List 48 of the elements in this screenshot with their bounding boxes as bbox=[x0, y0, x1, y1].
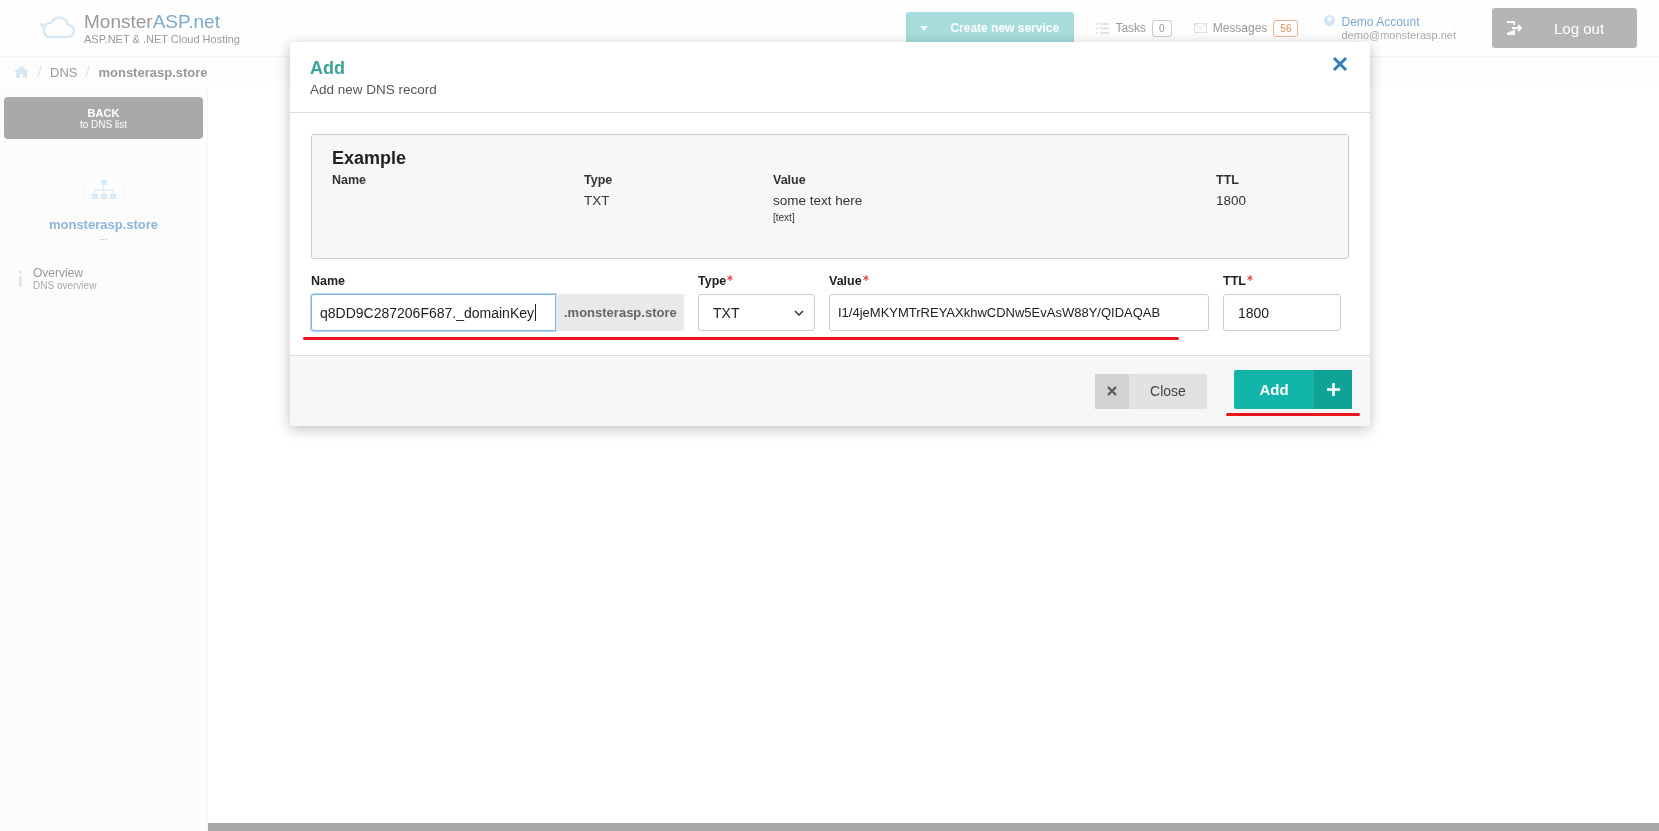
close-icon bbox=[1107, 386, 1117, 396]
text-input-field[interactable]: I1/4jeMKYMTrREYAXkhwCDNw5EvAsW88Y/QIDAQAB bbox=[829, 294, 1209, 331]
column-header: TTL bbox=[1216, 173, 1240, 187]
name-input-field[interactable]: q8DD9C287206F687._domainKey bbox=[311, 294, 556, 331]
tasks-link[interactable]: Tasks bbox=[1115, 21, 1147, 35]
add-button[interactable]: Add bbox=[1234, 370, 1352, 409]
caret-icon bbox=[920, 25, 929, 31]
logout-button[interactable]: Log out bbox=[1492, 8, 1637, 48]
dialog-title: Add bbox=[310, 58, 345, 79]
field-label: TTL bbox=[1223, 274, 1246, 288]
envelope-icon bbox=[1193, 23, 1207, 33]
logo-text: MonsterASP.net bbox=[84, 11, 221, 33]
breadcrumb-link[interactable]: monsterasp.store bbox=[98, 64, 208, 80]
domain-name: monsterasp.store bbox=[48, 217, 159, 232]
field-label: Type bbox=[698, 274, 727, 288]
tasks-count: 0 bbox=[1152, 19, 1172, 37]
list-icon bbox=[1096, 22, 1110, 34]
create-service-button[interactable]: Create new service bbox=[906, 12, 1075, 44]
messages-link[interactable]: Messages bbox=[1212, 21, 1268, 35]
example-value: some text here bbox=[773, 193, 864, 208]
example-type: TXT bbox=[584, 193, 611, 210]
back-button[interactable]: BACK to DNS list bbox=[4, 97, 203, 139]
close-icon[interactable] bbox=[1332, 56, 1348, 72]
example-value-note: [text] bbox=[773, 212, 796, 223]
account-email: demo@monsterasp.net bbox=[1341, 29, 1456, 41]
chevron-down-icon bbox=[794, 309, 804, 316]
example-heading: Example bbox=[332, 148, 408, 169]
messages-count: 56 bbox=[1273, 19, 1299, 37]
domain-suffix: .monsterasp.store bbox=[556, 294, 684, 331]
text-input-field[interactable]: 1800 bbox=[1223, 294, 1341, 331]
dialog-subtitle: Add new DNS record bbox=[310, 82, 437, 97]
field-label: Name bbox=[311, 274, 346, 288]
type-select[interactable]: TXT bbox=[698, 294, 815, 331]
logout-icon bbox=[1506, 21, 1522, 35]
user-icon bbox=[1324, 15, 1336, 26]
field-label: Value bbox=[829, 274, 862, 288]
breadcrumb-link[interactable]: DNS bbox=[50, 64, 78, 80]
plus-icon bbox=[1326, 383, 1340, 396]
domain-note: ... bbox=[99, 232, 108, 242]
example-ttl: 1800 bbox=[1216, 193, 1248, 210]
column-header: Value bbox=[773, 173, 807, 187]
account-name[interactable]: Demo Account bbox=[1341, 15, 1456, 29]
logo-tagline: ASP.NET & .NET Cloud Hosting bbox=[84, 33, 240, 45]
sidebar-item[interactable]: Overview DNS overview bbox=[18, 266, 203, 291]
column-header: Name bbox=[332, 173, 368, 187]
column-header: Type bbox=[584, 173, 614, 187]
cloud-logo-icon bbox=[38, 15, 76, 41]
close-button[interactable]: Close bbox=[1095, 373, 1207, 409]
